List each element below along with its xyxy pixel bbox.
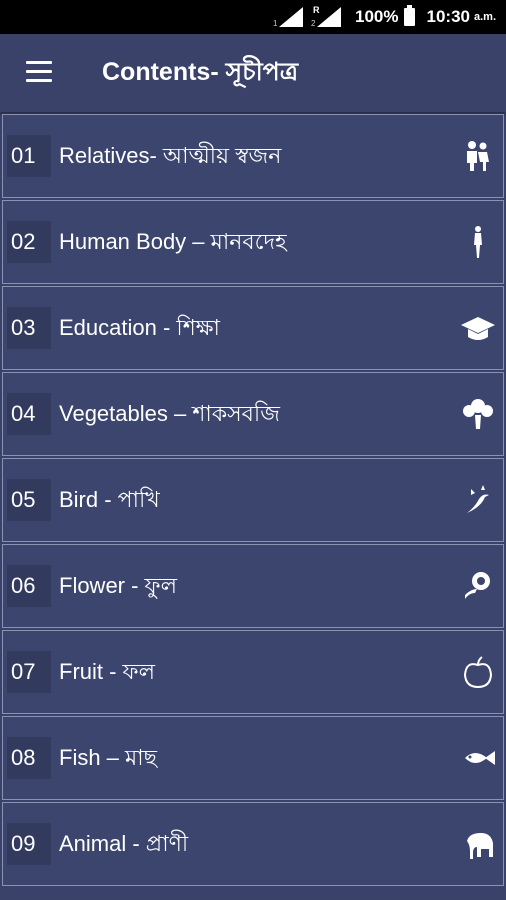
list-item-relatives[interactable]: 01 Relatives- আত্মীয় স্বজন <box>2 114 504 198</box>
clock-ampm: a.m. <box>473 11 496 23</box>
hamburger-menu-icon[interactable] <box>26 61 56 85</box>
item-number: 04 <box>7 393 51 435</box>
item-label: Fish – মাছ <box>59 744 157 770</box>
sim1-signal-icon: 1 <box>273 7 304 28</box>
flower-icon <box>461 569 495 603</box>
item-label: Bird - পাখি <box>59 486 160 512</box>
apple-icon <box>461 655 495 689</box>
item-label: Human Body – মানবদেহ <box>59 228 287 254</box>
item-number: 01 <box>7 135 51 177</box>
item-number: 09 <box>7 823 51 865</box>
list-item-human-body[interactable]: 02 Human Body – মানবদেহ <box>2 200 504 284</box>
battery-percent: 100% <box>355 7 399 26</box>
item-label: Fruit - ফল <box>59 658 156 684</box>
item-number: 06 <box>7 565 51 607</box>
human-body-icon <box>461 225 495 259</box>
item-number: 07 <box>7 651 51 693</box>
sim2-signal-icon: R 2 <box>311 5 342 28</box>
item-number: 05 <box>7 479 51 521</box>
elephant-icon <box>461 827 495 861</box>
item-number: 02 <box>7 221 51 263</box>
app-bar: Contents- সূচীপত্র <box>0 34 506 112</box>
battery-icon <box>403 5 415 26</box>
sim1-label: 1 <box>273 19 278 28</box>
sim2-label: 2 <box>311 19 316 28</box>
item-label: Animal - প্রাণী <box>59 830 189 856</box>
vegetables-icon <box>461 397 495 431</box>
item-label: Vegetables – শাকসবজি <box>59 400 280 426</box>
bird-icon <box>461 483 495 517</box>
item-label: Flower - ফুল <box>59 572 178 598</box>
item-number: 03 <box>7 307 51 349</box>
list-item-flower[interactable]: 06 Flower - ফুল <box>2 544 504 628</box>
item-label: Education - শিক্ষা <box>59 314 220 340</box>
list-item-education[interactable]: 03 Education - শিক্ষা <box>2 286 504 370</box>
list-item-animal[interactable]: 09 Animal - প্রাণী <box>2 802 504 886</box>
graduation-cap-icon <box>461 311 495 345</box>
clock-time: 10:30 <box>426 7 470 26</box>
list-item-fruit[interactable]: 07 Fruit - ফল <box>2 630 504 714</box>
page-title: Contents- সূচীপত্র <box>102 57 299 86</box>
family-icon <box>461 139 495 173</box>
status-bar: 1 R 2 100% 10:30 a.m. <box>0 0 506 34</box>
contents-list: 01 Relatives- আত্মীয় স্বজন 02 Human Bod… <box>0 114 506 888</box>
item-label: Relatives- আত্মীয় স্বজন <box>59 142 282 168</box>
fish-icon <box>461 741 495 775</box>
list-item-bird[interactable]: 05 Bird - পাখি <box>2 458 504 542</box>
list-item-fish[interactable]: 08 Fish – মাছ <box>2 716 504 800</box>
sim2-roaming: R <box>313 5 320 15</box>
item-number: 08 <box>7 737 51 779</box>
list-item-vegetables[interactable]: 04 Vegetables – শাকসবজি <box>2 372 504 456</box>
